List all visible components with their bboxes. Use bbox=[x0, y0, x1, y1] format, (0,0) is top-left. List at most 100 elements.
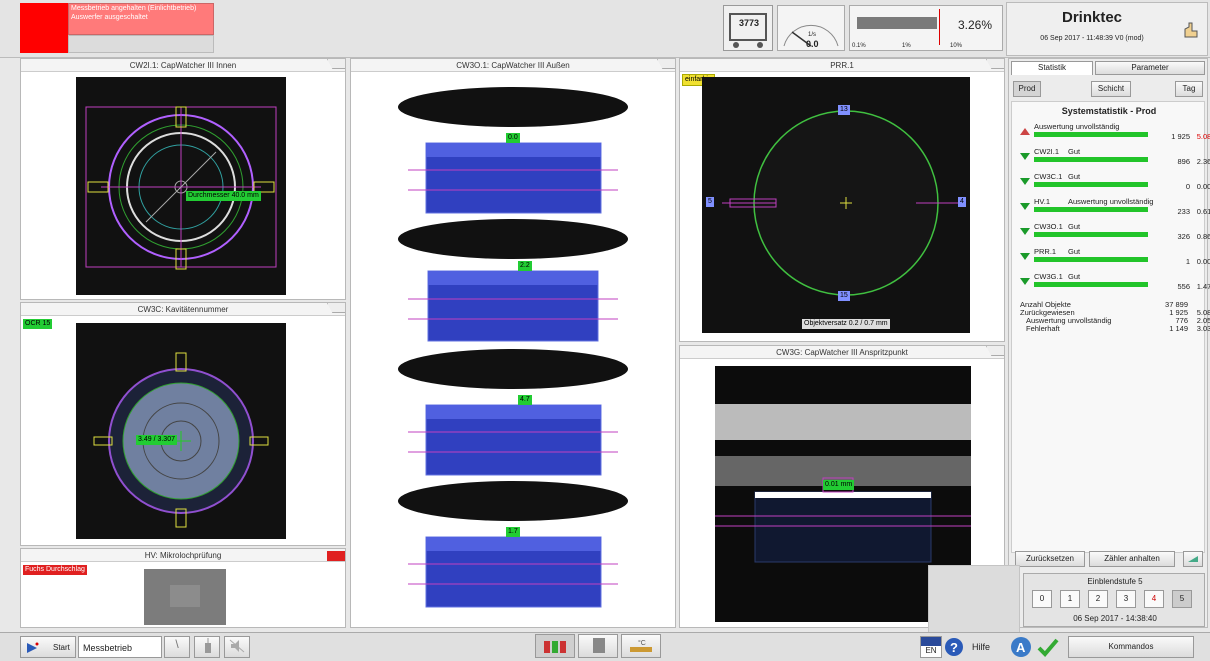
prr-offset-label: Objektversatz 0.2 / 0.7 mm bbox=[802, 319, 890, 329]
export-button[interactable] bbox=[1183, 551, 1203, 567]
stat-row[interactable]: Auswertung unvollständig 1 925 5.08% bbox=[1020, 122, 1210, 144]
stat-row[interactable]: PRR.1 Gut 1 0.00% bbox=[1020, 247, 1210, 269]
stat-pct: 0.86% bbox=[1196, 232, 1210, 241]
tool-button-2[interactable] bbox=[194, 636, 220, 658]
cap-side-view bbox=[398, 481, 628, 608]
level-box: Einblendstufe 5 0 1 2 3 4 5 06 Sep 2017 … bbox=[1023, 573, 1205, 627]
camera-image-cw3o-3[interactable]: 4.7 bbox=[388, 347, 638, 477]
tab-statistik[interactable]: Statistik bbox=[1011, 61, 1093, 75]
trend-down-icon bbox=[1020, 228, 1030, 235]
start-button[interactable]: Start bbox=[20, 636, 76, 658]
view-button-3[interactable]: °C bbox=[621, 634, 661, 658]
cw3o-label-1: 0.0 bbox=[506, 133, 520, 143]
tool-button-1[interactable]: \ bbox=[164, 636, 190, 658]
hand-icon[interactable] bbox=[1181, 21, 1201, 41]
cavity-overlay bbox=[93, 352, 269, 528]
svg-text:A: A bbox=[1016, 640, 1026, 655]
level-5[interactable]: 5 bbox=[1172, 590, 1192, 608]
counter-box[interactable]: 3773 bbox=[723, 5, 773, 51]
level-1[interactable]: 1 bbox=[1060, 590, 1080, 608]
stat-status: Auswertung unvollständig bbox=[1068, 197, 1154, 206]
mute-button[interactable] bbox=[224, 636, 250, 658]
panel-hv: HV: Mikrolochprüfung Fuchs Durchschlag bbox=[20, 548, 346, 628]
summary-label: Fehlerhaft bbox=[1026, 324, 1060, 333]
hv-alarm-label: Fuchs Durchschlag bbox=[23, 565, 87, 575]
stat-row[interactable]: CW3G.1 Gut 556 1.47% bbox=[1020, 272, 1210, 294]
panel-cw3o: CW3O.1: CapWatcher III Außen 0.0 2.2 4.7… bbox=[350, 58, 676, 628]
schicht-button[interactable]: Schicht bbox=[1091, 81, 1131, 97]
stats-heading: Systemstatistik - Prod bbox=[1061, 106, 1157, 116]
reject-pct: 3.26% bbox=[958, 18, 993, 32]
stat-status: Gut bbox=[1068, 172, 1081, 181]
level-title: Einblendstufe 5 bbox=[1087, 577, 1143, 586]
prod-button[interactable]: Prod bbox=[1013, 81, 1041, 97]
stat-bar bbox=[1034, 232, 1148, 237]
stat-bar bbox=[1034, 282, 1148, 287]
stat-bar bbox=[1034, 132, 1148, 137]
user-a-icon[interactable]: A bbox=[1010, 636, 1032, 658]
panel-cw2i: CW2I.1: CapWatcher III Innen Durchmesser… bbox=[20, 58, 346, 300]
language-indicator[interactable]: EN bbox=[920, 636, 942, 658]
stat-status: Gut bbox=[1068, 272, 1081, 281]
level-2[interactable]: 2 bbox=[1088, 590, 1108, 608]
help-button[interactable]: ? Hilfe bbox=[944, 636, 996, 658]
view-button-2[interactable] bbox=[578, 634, 618, 658]
panel-title: CW2I.1: CapWatcher III Innen bbox=[21, 59, 345, 72]
plug-icon bbox=[205, 638, 211, 653]
camera-image-cw3o-4[interactable]: 1.7 bbox=[388, 479, 638, 609]
camera-image-cw3o-2[interactable]: 2.2 bbox=[388, 217, 638, 345]
check-icon[interactable] bbox=[1036, 636, 1060, 658]
level-0[interactable]: 0 bbox=[1032, 590, 1052, 608]
camera-image-cw2i[interactable]: Durchmesser 40.0 mm bbox=[76, 77, 286, 295]
bottles-icon bbox=[544, 641, 566, 653]
trend-down-icon bbox=[1020, 278, 1030, 285]
tag-button[interactable]: Tag bbox=[1175, 81, 1203, 97]
trend-down-icon bbox=[1020, 253, 1030, 260]
help-icon: ? bbox=[945, 638, 963, 656]
trend-down-icon bbox=[1020, 203, 1030, 210]
stat-row[interactable]: CW3O.1 Gut 326 0.86% bbox=[1020, 222, 1210, 244]
prr-right-label: 4 bbox=[958, 197, 966, 207]
play-icon bbox=[27, 642, 39, 653]
stat-row[interactable]: CW2I.1 Gut 896 2.36% bbox=[1020, 147, 1210, 169]
level-3[interactable]: 3 bbox=[1116, 590, 1136, 608]
title-box: Drinktec 06 Sep 2017 - 11:48:39 V0 (mod) bbox=[1006, 2, 1208, 56]
stat-count: 0 bbox=[1185, 182, 1190, 191]
stat-row[interactable]: CW3C.1 Gut 0 0.00% bbox=[1020, 172, 1210, 194]
stat-row[interactable]: HV.1 Auswertung unvollständig 233 0.61% bbox=[1020, 197, 1210, 219]
camera-image-prr[interactable]: 13 15 5 4 Objektversatz 0.2 / 0.7 mm bbox=[702, 77, 970, 333]
reject-rate-box: 3.26% 0.1% 1% 10% bbox=[849, 5, 1003, 51]
side-panel: Statistik Parameter Prod Schicht Tag Sys… bbox=[1008, 58, 1210, 628]
hv-alarm-tab bbox=[327, 551, 345, 561]
cap-side-view bbox=[398, 219, 628, 342]
stat-bar bbox=[1034, 157, 1148, 162]
panel-prr: PRR.1 einfarbig 13 15 5 4 Objektversatz … bbox=[679, 58, 1005, 342]
level-4[interactable]: 4 bbox=[1144, 590, 1164, 608]
stat-name: CW3O.1 bbox=[1034, 222, 1063, 231]
trend-down-icon bbox=[1020, 178, 1030, 185]
gauge-unit: 1/s bbox=[808, 32, 817, 38]
stat-name: PRR.1 bbox=[1034, 247, 1057, 256]
camera-image-cw3c[interactable]: 3.49 / 3.307 bbox=[76, 323, 286, 539]
reset-button[interactable]: Zurücksetzen bbox=[1015, 551, 1085, 567]
mute-icon bbox=[229, 639, 245, 653]
stop-counter-button[interactable]: Zähler anhalten bbox=[1089, 551, 1175, 567]
status-line-2: Auswerfer ausgeschaltet bbox=[71, 14, 148, 21]
commands-button[interactable]: Kommandos bbox=[1068, 636, 1194, 658]
tab-parameter[interactable]: Parameter bbox=[1095, 61, 1205, 75]
stat-status: Gut bbox=[1068, 222, 1081, 231]
overlay-popup bbox=[928, 565, 1020, 633]
mode-label: Messbetrieb bbox=[83, 643, 133, 653]
prr-overlay bbox=[722, 110, 960, 296]
view-button-1[interactable] bbox=[535, 634, 575, 658]
summary-count: 1 149 bbox=[1169, 324, 1188, 333]
summary-row: Fehlerhaft 1 149 3.03% bbox=[1020, 324, 1210, 333]
stat-status: Gut bbox=[1068, 247, 1081, 256]
app-title: Drinktec bbox=[1061, 9, 1123, 26]
status-message: Messbetrieb angehalten (Einlichtbetrieb)… bbox=[68, 3, 214, 35]
stat-name: HV.1 bbox=[1034, 197, 1050, 206]
camera-image-cw3o-1[interactable]: 0.0 bbox=[388, 85, 638, 215]
hv-preview[interactable] bbox=[144, 569, 226, 625]
summary-pct: 3.03% bbox=[1196, 324, 1210, 333]
svg-text:?: ? bbox=[950, 640, 958, 655]
